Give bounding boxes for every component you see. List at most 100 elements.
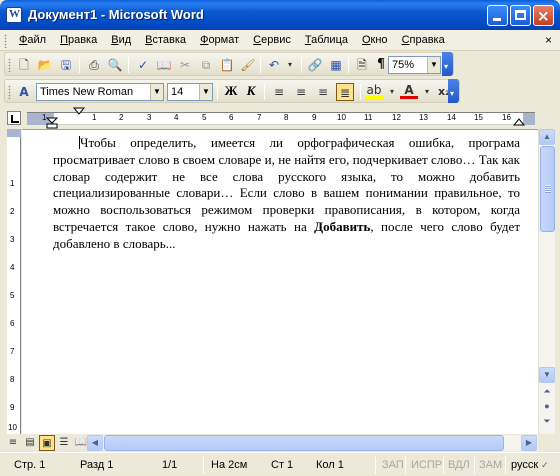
status-line[interactable]: Ст 1	[271, 457, 293, 473]
styles-pane-icon[interactable]: A	[15, 83, 33, 101]
status-overtype[interactable]: ЗАМ	[479, 457, 502, 473]
menu-help[interactable]: Справка	[395, 34, 452, 46]
toolbar-separator	[79, 57, 80, 73]
undo-dropdown-icon[interactable]: ▾	[281, 56, 299, 74]
status-extend-selection[interactable]: ВДЛ	[448, 457, 470, 473]
vertical-ruler[interactable]: 1 2 3 4 5 6 7 8 9 10	[7, 129, 21, 434]
horizontal-scrollbar[interactable]: ◀ ▶	[87, 435, 538, 451]
document-map-icon[interactable]: 🗎	[353, 56, 371, 74]
vertical-scrollbar[interactable]: ▲ ▼ ⏶ ● ⏷	[538, 129, 555, 434]
save-icon[interactable]: 🖫	[57, 56, 75, 74]
top-margin-zone	[7, 129, 21, 137]
window-title: Документ1 - Microsoft Word	[28, 7, 204, 22]
status-section[interactable]: Разд 1	[80, 457, 113, 473]
next-page-icon[interactable]: ⏷	[539, 414, 555, 430]
menu-file[interactable]: Файл	[12, 34, 53, 46]
menu-window[interactable]: Окно	[355, 34, 395, 46]
print-layout-icon[interactable]: ▣	[39, 435, 55, 451]
toolbar-grip[interactable]	[8, 85, 11, 99]
align-center-icon[interactable]: ≡	[292, 83, 310, 101]
font-size-value: 14	[171, 86, 184, 98]
horizontal-scroll-thumb[interactable]	[104, 435, 504, 451]
paste-icon[interactable]: 📋	[218, 56, 236, 74]
normal-view-icon[interactable]: ≡	[5, 435, 21, 451]
status-track-changes[interactable]: ИСПР	[411, 457, 442, 473]
toolbar-separator	[260, 57, 261, 73]
document-area[interactable]: Чтобы определить, имеется ли орфографиче…	[22, 129, 538, 434]
zoom-select[interactable]: 75% ▼	[388, 56, 441, 74]
toolbar-options-chevron[interactable]	[448, 79, 459, 103]
close-icon: ×	[537, 7, 550, 25]
cut-icon[interactable]: ✂	[176, 56, 194, 74]
scroll-left-button[interactable]: ◀	[87, 435, 103, 451]
font-color-icon[interactable]: A	[400, 83, 418, 99]
toolbar-grip[interactable]	[8, 58, 11, 72]
justify-icon[interactable]: ≣	[336, 83, 354, 101]
font-color-dropdown-icon[interactable]: ▾	[418, 83, 436, 101]
open-folder-icon[interactable]: 📂	[36, 56, 54, 74]
new-document-icon[interactable]: 🗋	[15, 56, 33, 74]
chevron-down-icon[interactable]: ▼	[427, 57, 440, 73]
spelling-status-icon[interactable]: ✓	[541, 457, 549, 473]
italic-button[interactable]: К	[242, 83, 260, 101]
chevron-down-icon[interactable]: ▼	[150, 84, 163, 100]
insert-table-icon[interactable]: ▦	[327, 56, 345, 74]
highlight-icon[interactable]: ab	[365, 83, 383, 99]
status-record-macro[interactable]: ЗАП	[382, 457, 404, 473]
font-size-select[interactable]: 14 ▼	[167, 83, 213, 101]
insert-hyperlink-icon[interactable]: 🔗	[306, 56, 324, 74]
copy-icon[interactable]: ⧉	[197, 56, 215, 74]
print-preview-icon[interactable]: 🔍	[106, 56, 124, 74]
status-page-of[interactable]: 1/1	[162, 457, 177, 473]
menu-insert[interactable]: Вставка	[138, 34, 193, 46]
status-page[interactable]: Стр. 1	[14, 457, 45, 473]
format-painter-icon[interactable]: 🖌	[239, 56, 257, 74]
document-text[interactable]: Чтобы определить, имеется ли орфографиче…	[53, 135, 520, 253]
word-app-icon[interactable]	[6, 7, 22, 23]
scroll-up-button[interactable]: ▲	[539, 129, 555, 145]
menu-table[interactable]: Таблица	[298, 34, 355, 46]
scroll-down-button[interactable]: ▼	[539, 367, 555, 383]
standard-toolbar: 🗋 📂 🖫 ⎙ 🔍 ✓ 📖 ✂ ⧉ 📋 🖌 ↶ ▾ 🔗 ▦ 🗎 ¶ 75% ▼	[4, 52, 454, 76]
vruler-number: 4	[10, 263, 15, 272]
toolbar-separator	[301, 57, 302, 73]
horizontal-ruler[interactable]: 1 1 2 3 4 5 6 7 8 9 10 11 12 13 14 15 16	[0, 107, 560, 129]
spelling-icon[interactable]: ✓	[134, 56, 152, 74]
ruler-number: 3	[147, 113, 152, 122]
outline-view-icon[interactable]: ☰	[56, 435, 72, 451]
web-layout-icon[interactable]: ▤	[22, 435, 38, 451]
status-position[interactable]: На 2см	[211, 457, 247, 473]
align-left-icon[interactable]: ≡	[270, 83, 288, 101]
align-right-icon[interactable]: ≡	[314, 83, 332, 101]
previous-page-icon[interactable]: ⏶	[539, 384, 555, 400]
research-icon[interactable]: 📖	[155, 56, 173, 74]
select-browse-object-icon[interactable]: ●	[539, 399, 555, 415]
title-bar[interactable]: Документ1 - Microsoft Word ×	[0, 0, 560, 30]
close-document-button[interactable]: ×	[545, 33, 552, 47]
font-name-select[interactable]: Times New Roman ▼	[36, 83, 164, 101]
scroll-right-button[interactable]: ▶	[521, 435, 537, 451]
menu-tools[interactable]: Сервис	[246, 34, 298, 46]
left-indent-marker[interactable]	[45, 108, 59, 129]
first-line-indent-marker[interactable]	[73, 107, 85, 117]
toolbar-options-chevron[interactable]	[442, 52, 453, 76]
minimize-button[interactable]	[487, 5, 508, 26]
print-icon[interactable]: ⎙	[85, 56, 103, 74]
menu-edit[interactable]: Правка	[53, 34, 104, 46]
vruler-number: 7	[10, 347, 15, 356]
highlight-dropdown-icon[interactable]: ▾	[383, 83, 401, 101]
bold-button[interactable]: Ж	[222, 83, 240, 101]
status-column[interactable]: Кол 1	[316, 457, 344, 473]
vertical-scroll-thumb[interactable]	[540, 146, 555, 232]
bottom-bar: ≡ ▤ ▣ ☰ 📖 ◀ ▶	[0, 434, 560, 452]
menu-format[interactable]: Формат	[193, 34, 246, 46]
ruler-strip[interactable]: 1 1 2 3 4 5 6 7 8 9 10 11 12 13 14 15 16	[27, 112, 535, 125]
maximize-button[interactable]	[510, 5, 531, 26]
status-language[interactable]: русск	[511, 457, 538, 473]
chevron-down-icon[interactable]: ▼	[199, 84, 212, 100]
right-indent-marker[interactable]	[513, 117, 525, 127]
tab-selector-icon[interactable]	[7, 111, 21, 125]
close-button[interactable]: ×	[533, 5, 554, 26]
menu-grip[interactable]	[4, 34, 7, 48]
menu-view[interactable]: Вид	[104, 34, 138, 46]
